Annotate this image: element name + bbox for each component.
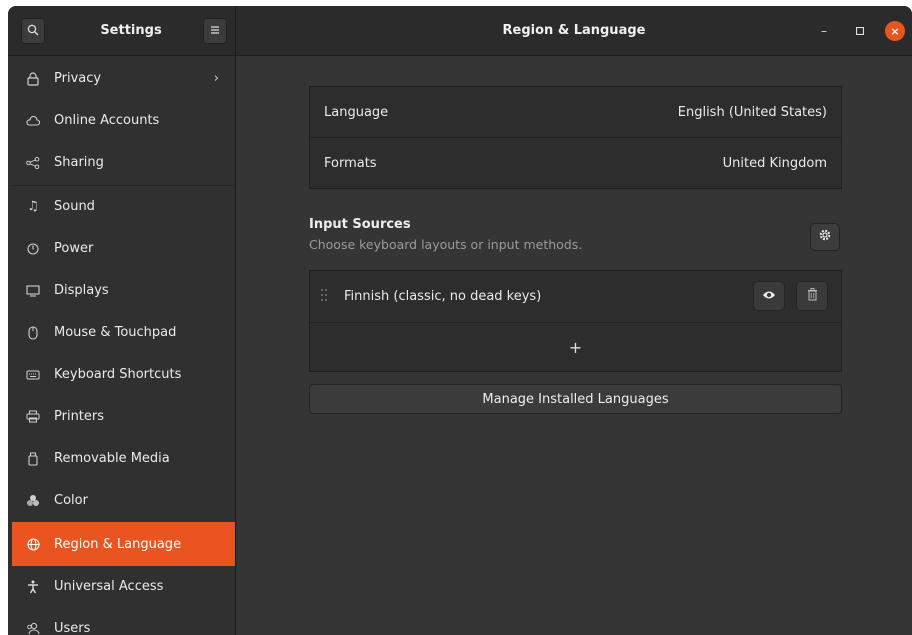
language-row[interactable]: Language English (United States) [310, 87, 841, 137]
lock-icon [24, 71, 42, 86]
chevron-right-icon: › [213, 71, 219, 86]
globe-icon [24, 537, 42, 551]
search-button[interactable] [21, 18, 45, 44]
share-icon [24, 156, 42, 169]
language-value: English (United States) [677, 104, 827, 120]
sidebar-item-mouse-touchpad[interactable]: Mouse & Touchpad [12, 312, 235, 353]
sidebar-item-color[interactable]: Color [12, 480, 235, 521]
accessibility-icon [24, 580, 42, 594]
sidebar-item-users[interactable]: Users [12, 608, 235, 635]
eye-icon [762, 288, 776, 304]
color-icon [24, 494, 42, 507]
sidebar-item-universal-access[interactable]: Universal Access [12, 566, 235, 607]
minimize-button[interactable]: – [814, 21, 834, 41]
sidebar-item-label: Universal Access [54, 579, 164, 594]
sidebar-item-displays[interactable]: Displays [12, 270, 235, 311]
input-source-row[interactable]: Finnish (classic, no dead keys) [310, 271, 841, 322]
sidebar-item-label: Region & Language [54, 536, 182, 552]
gear-icon [818, 228, 832, 246]
keyboard-icon [24, 370, 42, 380]
mouse-icon [24, 325, 42, 340]
removable-media-icon [24, 452, 42, 466]
hamburger-menu-icon [210, 24, 220, 38]
input-sources-list: Finnish (classic, no dead keys) + [309, 270, 842, 372]
sidebar-item-label: Displays [54, 283, 109, 298]
language-formats-frame: Language English (United States) Formats… [309, 86, 842, 189]
settings-window: Settings Region & Language – × Privacy › [8, 6, 912, 635]
sidebar-item-label: Color [54, 493, 88, 508]
page-title: Region & Language [502, 23, 646, 38]
sidebar-item-label: Sharing [54, 155, 104, 170]
sidebar-item-printers[interactable]: Printers [12, 396, 235, 437]
app-title: Settings [100, 23, 162, 38]
input-sources-title: Input Sources [309, 217, 411, 232]
sidebar-item-label: Mouse & Touchpad [54, 325, 177, 340]
sidebar-item-label: Removable Media [54, 451, 170, 466]
sidebar: Privacy › Online Accounts Sharing ♫ Soun… [8, 56, 236, 635]
input-sources-options-button[interactable] [810, 223, 840, 251]
formats-label: Formats [324, 155, 377, 171]
power-icon [24, 242, 42, 255]
music-note-icon: ♫ [27, 199, 39, 214]
sidebar-item-keyboard-shortcuts[interactable]: Keyboard Shortcuts [12, 354, 235, 395]
sidebar-item-label: Keyboard Shortcuts [54, 367, 182, 382]
header-bar: Settings Region & Language – × [8, 6, 912, 56]
sidebar-item-label: Online Accounts [54, 113, 160, 128]
display-icon [24, 284, 42, 297]
formats-row[interactable]: Formats United Kingdom [310, 137, 841, 188]
sidebar-item-label: Users [54, 621, 91, 635]
trash-icon [807, 287, 818, 305]
sidebar-item-sound[interactable]: ♫ Sound [12, 186, 235, 227]
cloud-icon [24, 115, 42, 126]
drag-handle-icon[interactable] [320, 288, 334, 306]
sidebar-item-label: Sound [54, 199, 95, 214]
sidebar-item-removable-media[interactable]: Removable Media [12, 438, 235, 479]
preview-layout-button[interactable] [753, 281, 785, 311]
formats-value: United Kingdom [722, 155, 827, 171]
input-source-label: Finnish (classic, no dead keys) [344, 289, 542, 304]
sidebar-item-sharing[interactable]: Sharing [12, 142, 235, 183]
remove-input-source-button[interactable] [796, 281, 828, 311]
close-button[interactable]: × [885, 21, 905, 41]
language-label: Language [324, 104, 389, 120]
users-icon [24, 622, 42, 635]
search-icon [27, 24, 39, 39]
main-panel: Language English (United States) Formats… [236, 56, 912, 635]
menu-button[interactable] [203, 18, 227, 44]
manage-installed-languages-button[interactable]: Manage Installed Languages [309, 384, 842, 414]
sidebar-item-power[interactable]: Power [12, 228, 235, 269]
add-input-source-button[interactable]: + [310, 322, 841, 371]
maximize-button[interactable] [850, 21, 870, 41]
sidebar-item-online-accounts[interactable]: Online Accounts [12, 100, 235, 141]
sidebar-item-label: Power [54, 241, 94, 256]
sidebar-item-label: Printers [54, 409, 105, 424]
sidebar-item-privacy[interactable]: Privacy › [12, 58, 235, 99]
sidebar-item-region-language[interactable]: Region & Language [12, 522, 235, 566]
printer-icon [24, 410, 42, 423]
sidebar-header: Settings [8, 6, 236, 55]
sidebar-item-label: Privacy [54, 71, 102, 86]
maximize-icon [856, 27, 864, 35]
input-sources-subtitle: Choose keyboard layouts or input methods… [309, 237, 583, 252]
